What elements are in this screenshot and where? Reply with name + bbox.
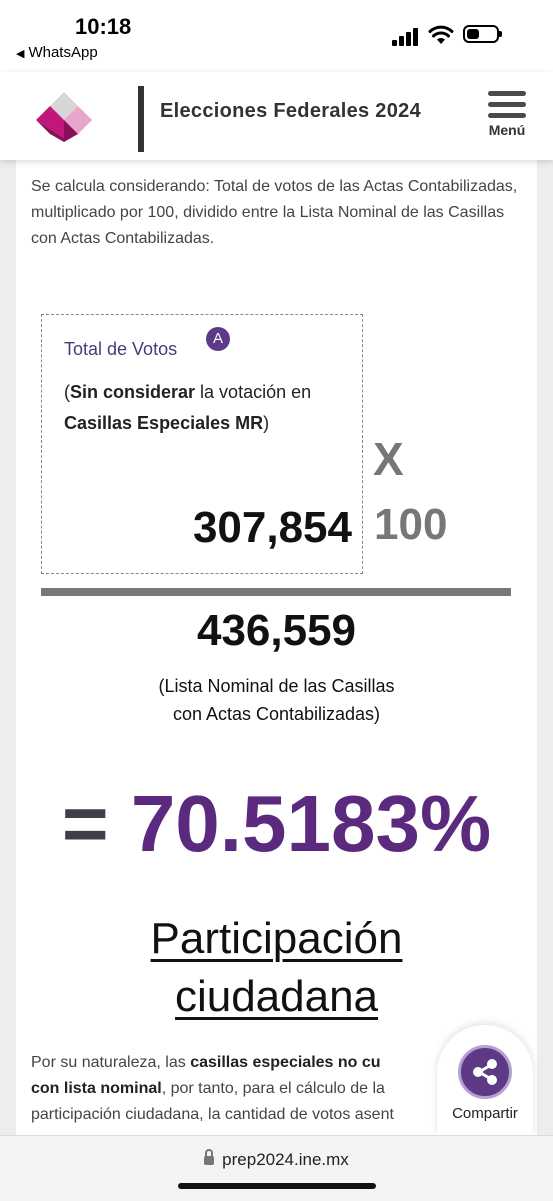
note-middle-text: la votación en xyxy=(195,382,312,402)
nominal-list-value: 436,559 xyxy=(196,606,357,655)
total-votes-value: 307,854 xyxy=(192,503,352,552)
note-emphasis-1: Sin considerar xyxy=(70,382,196,402)
section-heading-line-2: ciudadana xyxy=(174,972,379,1021)
battery-icon xyxy=(463,25,502,43)
header-divider xyxy=(138,86,144,152)
cellular-signal-icon xyxy=(392,28,420,46)
nominal-list-label-line-2: con Actas Contabilizadas) xyxy=(172,704,381,724)
share-circle xyxy=(458,1045,512,1099)
nominal-list-label-line-1: (Lista Nominal de las Casillas xyxy=(158,676,395,696)
site-title: Elecciones Federales 2024 xyxy=(160,100,421,122)
menu-button[interactable]: Menú xyxy=(482,88,532,152)
menu-label: Menú xyxy=(488,122,526,138)
url-display[interactable]: prep2024.ine.mx xyxy=(0,1149,553,1170)
multiply-sign: X xyxy=(373,433,404,485)
paragraph-text: , por tanto, para el cálculo de la xyxy=(161,1080,385,1097)
page-gutter-left xyxy=(0,160,16,1135)
equals-sign: = xyxy=(61,779,109,868)
total-votes-note: (Sin considerar la votación en Casillas … xyxy=(64,377,344,439)
home-indicator[interactable] xyxy=(178,1183,376,1189)
url-text: prep2024.ine.mx xyxy=(222,1150,349,1169)
paragraph-text: Por su naturaleza, las xyxy=(31,1054,191,1071)
browser-address-bar[interactable]: prep2024.ine.mx xyxy=(0,1135,553,1201)
calculation-description: Se calcula considerando: Total de votos … xyxy=(31,178,518,247)
hamburger-icon-bar xyxy=(488,102,526,107)
fraction-bar xyxy=(41,588,511,596)
site-header: Elecciones Federales 2024 Menú xyxy=(0,72,553,160)
main-content: Se calcula considerando: Total de votos … xyxy=(16,160,537,1135)
total-votes-title: Total de Votos xyxy=(64,339,178,359)
wifi-icon xyxy=(428,25,454,44)
share-icon xyxy=(473,1059,497,1085)
paragraph-emphasis: casillas especiales no cu xyxy=(190,1054,381,1071)
note-emphasis-2: Casillas Especiales MR xyxy=(64,413,264,433)
hamburger-icon-bar xyxy=(488,113,526,118)
lock-icon xyxy=(204,1149,215,1166)
share-label: Compartir xyxy=(452,1105,518,1122)
back-to-app-link[interactable]: ◀ WhatsApp xyxy=(16,44,98,61)
nominal-list-label: (Lista Nominal de las Casillas con Actas… xyxy=(16,672,537,728)
back-arrow-icon: ◀ xyxy=(16,48,25,60)
clock: 10:18 xyxy=(75,14,132,39)
section-heading: Participación ciudadana xyxy=(16,910,537,1026)
footnote-badge-a[interactable]: A xyxy=(206,327,230,351)
section-heading-line-1: Participación xyxy=(150,914,403,963)
share-button[interactable]: Compartir xyxy=(437,1025,533,1135)
total-votes-box: Total de Votos A (Sin considerar la vota… xyxy=(41,314,363,574)
page-gutter-right xyxy=(537,160,553,1135)
hamburger-icon xyxy=(488,91,526,96)
multiplier-value: 100 xyxy=(374,500,448,549)
participation-percentage: 70.5183% xyxy=(130,779,492,868)
note-paren-close: ) xyxy=(263,413,270,433)
ine-logo-icon[interactable] xyxy=(34,86,94,146)
back-app-label: WhatsApp xyxy=(28,44,98,61)
paragraph-emphasis: con lista nominal xyxy=(31,1080,162,1097)
status-bar: 10:18 ◀ WhatsApp xyxy=(0,0,553,72)
participation-result: = 70.5183% xyxy=(16,778,537,870)
